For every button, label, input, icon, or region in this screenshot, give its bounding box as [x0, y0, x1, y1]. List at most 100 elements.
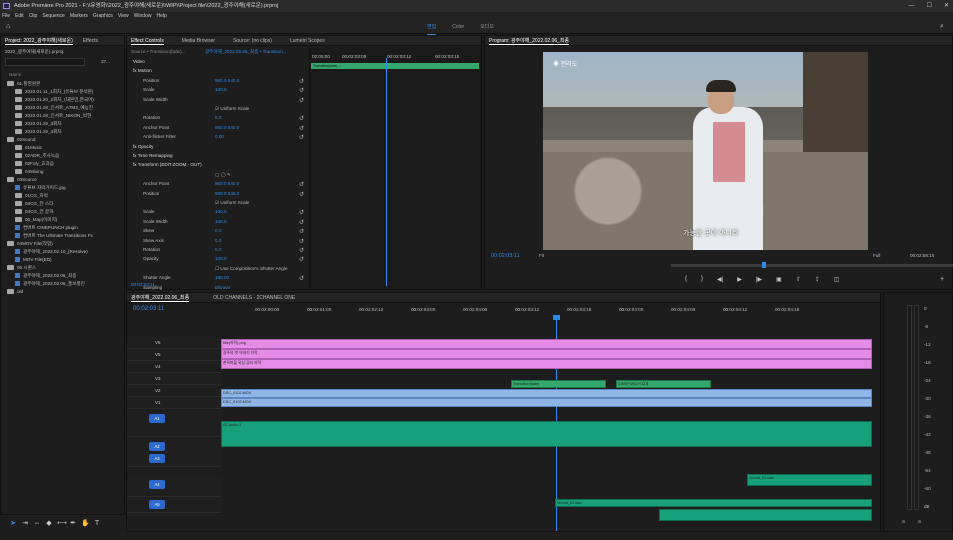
reset-param-icon[interactable]: ↺ [299, 125, 304, 132]
subtitle-clip[interactable]: 광주의 옛 이야기 자막 [221, 349, 872, 359]
project-item[interactable]: 유튜브 자막가이드.jpg [15, 184, 66, 192]
project-folder[interactable]: 03Source [7, 176, 37, 184]
menu-edit[interactable]: Edit [15, 12, 24, 20]
audio-clip[interactable]: Sound_02.wav [555, 499, 872, 507]
video-track-header[interactable]: V2 [127, 385, 221, 397]
audio-clip[interactable]: A1 Audio 1 [221, 421, 872, 447]
effect-param-value[interactable]: 960.0 540.0 [215, 180, 239, 188]
video-track-header[interactable]: V5 [127, 349, 221, 361]
tab-timeline-sequence[interactable]: 광주야해_2022.02.06_최종 [131, 293, 190, 302]
project-folder[interactable]: 2022.01.20_2회차_(대본민,한국어) [15, 96, 94, 104]
effect-param-value[interactable]: 100.0 [215, 86, 227, 94]
project-folder[interactable]: 06_Map(이미지) [15, 216, 57, 224]
step-back-icon[interactable]: ◀| [717, 276, 723, 283]
project-search-input[interactable] [5, 58, 85, 66]
reset-param-icon[interactable]: ↺ [299, 191, 304, 198]
project-folder[interactable]: 2022.01.28_인서트_NIKON_박현 [15, 112, 91, 120]
ripple-edit-tool-icon[interactable]: ⇔ [33, 520, 41, 528]
effect-param-value[interactable]: ☐ Use Composition's Shutter Angle [215, 265, 287, 273]
project-folder[interactable]: 03Foly_효과음 [15, 160, 54, 168]
subtitle-clip[interactable]: 한옥마을 옥상 공터 자막 [221, 359, 872, 369]
maximize-button[interactable]: ☐ [927, 0, 932, 12]
audio-track-target[interactable]: A5 [149, 500, 165, 509]
mark-in-icon[interactable]: { [685, 276, 687, 283]
project-folder[interactable]: 02Sound [7, 136, 35, 144]
reset-param-icon[interactable]: ↺ [299, 134, 304, 141]
title-clip[interactable]: title(자막).png [221, 339, 872, 349]
video-track-header[interactable]: V1 [127, 397, 221, 409]
program-timecode[interactable]: 00:02:03:11 [491, 252, 520, 260]
reset-param-icon[interactable]: ↺ [299, 87, 304, 94]
selection-tool-icon[interactable]: ➤ [9, 520, 17, 528]
menu-clip[interactable]: Clip [29, 12, 38, 20]
audio-track-target[interactable]: A3 [149, 454, 165, 463]
tab-media-browser[interactable]: Media Browser [182, 36, 215, 45]
reset-param-icon[interactable]: ↺ [299, 238, 304, 245]
project-folder[interactable]: 04CG_전 끝까 [15, 208, 54, 216]
reset-param-icon[interactable]: ↺ [299, 247, 304, 254]
program-video-frame[interactable]: ◉ 전라도 가능한 곳이 아니라 [543, 52, 868, 250]
audio-clip[interactable]: Sound_01.wav [747, 474, 872, 486]
tab-source[interactable]: Source: (no clips) [233, 36, 272, 45]
extract-icon[interactable]: ⇪ [815, 276, 820, 283]
effect-param-value[interactable]: 0.0 [215, 246, 221, 254]
reset-param-icon[interactable]: ↺ [299, 78, 304, 85]
effect-param-value[interactable]: 960.0 540.0 [215, 190, 239, 198]
tab-effects[interactable]: Effects [83, 36, 98, 45]
reset-param-icon[interactable]: ↺ [299, 181, 304, 188]
menu-graphics[interactable]: Graphics [93, 12, 113, 20]
add-button-icon[interactable]: + [940, 276, 944, 283]
effect-param-value[interactable]: 100.0 [215, 255, 227, 263]
home-icon[interactable]: ⌂ [6, 23, 10, 30]
effect-param-value[interactable]: ☑ Uniform Scale [215, 105, 249, 113]
reset-param-icon[interactable]: ↺ [299, 209, 304, 216]
project-folder[interactable]: 2022.01.11_1회차_(유튜브 분석본) [15, 88, 93, 96]
project-folder[interactable]: 02ADR_추사녹음 [15, 152, 59, 160]
razor-tool-icon[interactable]: ◆ [45, 520, 53, 528]
play-icon[interactable]: ▶ [737, 276, 742, 283]
solo-right[interactable]: S [918, 518, 921, 526]
video-track-header[interactable]: V4 [127, 361, 221, 373]
workspace-tab-color[interactable]: Color [452, 20, 464, 35]
tab-timeline-2[interactable]: OLD CHANNELS - 2CHANNEL ONE [213, 293, 295, 302]
menu-window[interactable]: Window [134, 12, 152, 20]
pen-tool-icon[interactable]: ✒ [69, 520, 77, 528]
transition-clip[interactable]: Transition(fade) [511, 380, 606, 388]
effect-param-value[interactable]: Bilinear [215, 284, 230, 292]
effect-param-value[interactable]: ▢ ◯ ✎ [215, 171, 231, 179]
step-forward-icon[interactable]: |▶ [756, 276, 762, 283]
reset-param-icon[interactable]: ↺ [299, 275, 304, 282]
effect-param-value[interactable]: 960.0 540.0 [215, 77, 239, 85]
workspace-tab-edit[interactable]: 편집 [427, 20, 437, 35]
audio-track-header[interactable]: A1 [127, 411, 221, 437]
camera-icon[interactable]: ▣ [776, 276, 782, 283]
sequence-clip-label[interactable]: 광주야해_2022.02.06_최종 • Transition... [205, 48, 286, 56]
effect-param-value[interactable]: 100.0 [215, 218, 227, 226]
reset-param-icon[interactable]: ↺ [299, 97, 304, 104]
reset-param-icon[interactable]: ↺ [299, 256, 304, 263]
audio-clip[interactable] [659, 509, 872, 521]
effect-param-value[interactable]: 0.0 [215, 114, 221, 122]
effect-param-value[interactable]: 0.0 [215, 237, 221, 245]
track-select-tool-icon[interactable]: ⇥ [21, 520, 29, 528]
project-folder[interactable]: 01Music [15, 144, 42, 152]
workspace-tab-audio[interactable]: 오디오 [480, 20, 494, 35]
project-item[interactable]: 컨버트 CINEPUNCH plugin [15, 224, 78, 232]
export-frame-icon[interactable]: ◫ [834, 276, 840, 283]
project-item[interactable]: MOV File(ED) [15, 256, 52, 264]
effect-param-value[interactable]: 100.0 [215, 208, 227, 216]
column-name[interactable]: Name [9, 71, 21, 79]
project-item[interactable]: 광주야해_2022.02.06_최종 [15, 272, 76, 280]
video-clip[interactable]: DSC_0103.MOV [221, 398, 872, 407]
menu-file[interactable]: File [2, 12, 10, 20]
menu-sequence[interactable]: Sequence [42, 12, 65, 20]
audio-track-header[interactable]: A5 [127, 497, 221, 513]
project-folder[interactable]: 2022.01.29_4회차 [15, 128, 62, 136]
close-button[interactable]: ✕ [944, 0, 949, 12]
project-folder[interactable]: 2022.01.29_3회차 [15, 120, 62, 128]
search-icon[interactable]: ⌕ [940, 23, 944, 31]
project-folder[interactable]: 01.촬영원본 [7, 80, 40, 88]
timeline-timecode[interactable]: 00:02:03:11 [133, 305, 164, 313]
video-track-header[interactable]: V3 [127, 373, 221, 385]
effect-param-value[interactable]: 0.0 [215, 227, 221, 235]
